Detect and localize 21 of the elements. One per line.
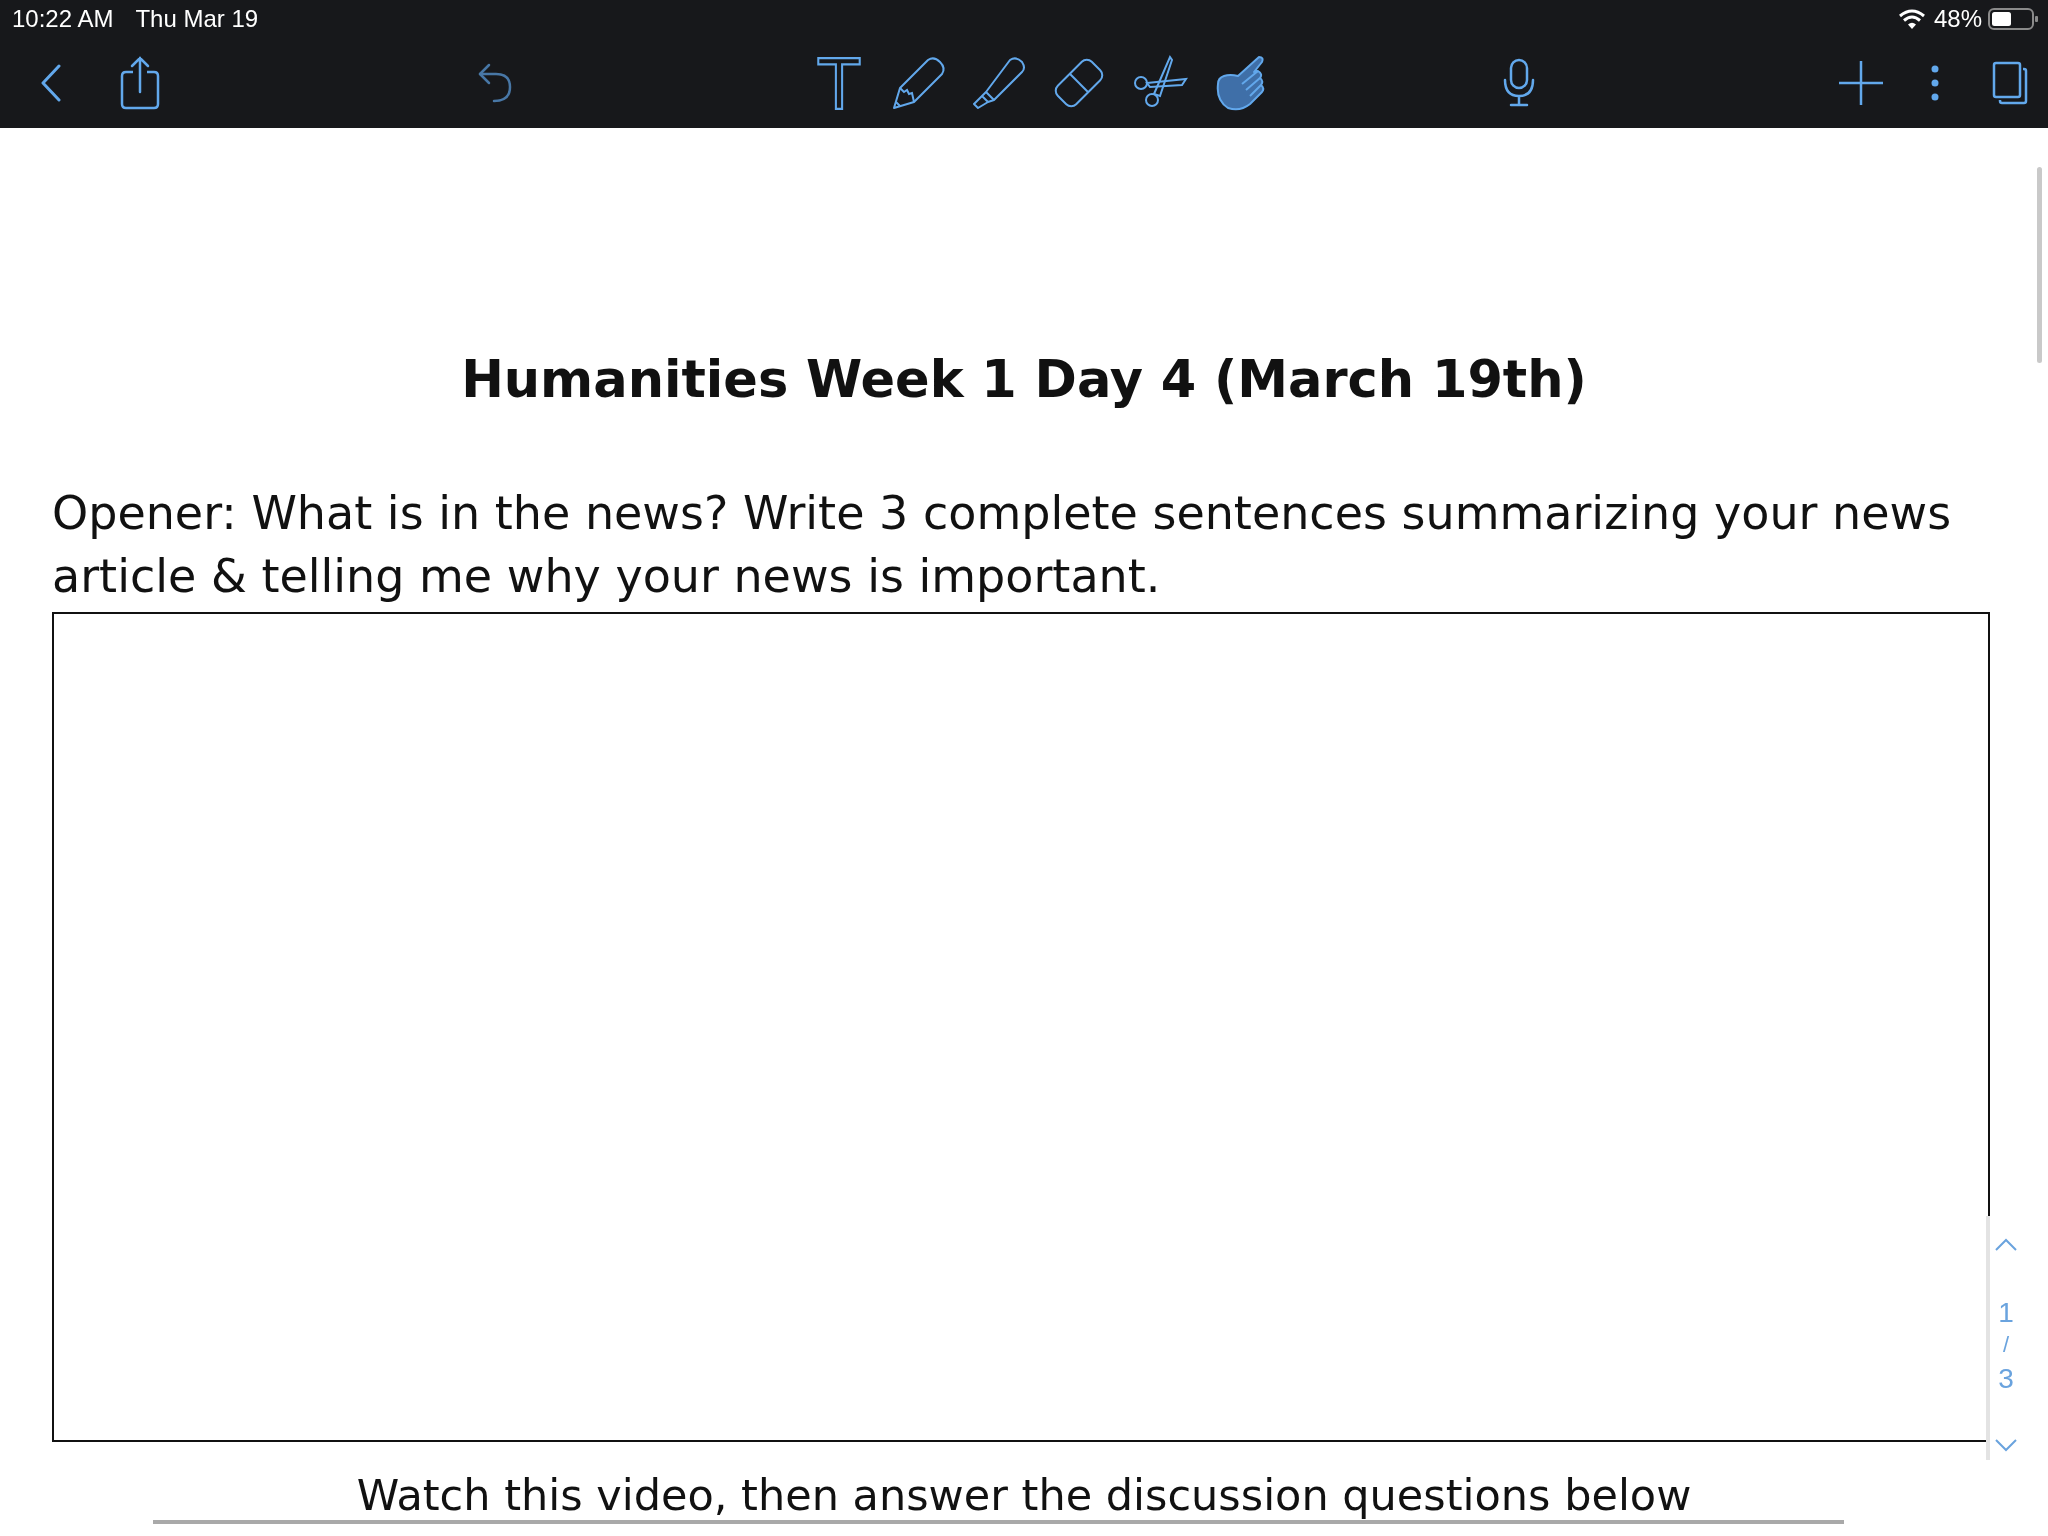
page-separator: /: [2002, 1334, 2010, 1356]
scrollbar[interactable]: [2037, 167, 2042, 363]
wifi-icon: [1897, 9, 1926, 29]
chevron-down-icon[interactable]: [1994, 1438, 2018, 1452]
microphone-icon[interactable]: [1502, 58, 1536, 108]
chevron-up-icon[interactable]: [1994, 1238, 2018, 1252]
video-instruction: Watch this video, then answer the discussion questions below: [355, 1470, 1693, 1520]
back-icon[interactable]: [40, 64, 62, 102]
pages-icon[interactable]: [1992, 61, 2028, 105]
total-pages: 3: [1998, 1364, 2014, 1394]
opener-prompt: Opener: What is in the news? Write 3 complete sentences summarizing your news article & telling me why your news is important.: [52, 485, 1953, 605]
more-icon[interactable]: [1930, 65, 1940, 101]
battery-icon: [1988, 8, 2038, 30]
share-icon[interactable]: [120, 56, 160, 110]
battery-percent: 48%: [1933, 5, 1982, 33]
document-title: Humanities Week 1 Day 4 (March 19th): [460, 350, 1588, 410]
current-page: 1: [1998, 1298, 2014, 1328]
status-time: 10:22 AM: [12, 5, 114, 33]
add-icon[interactable]: [1838, 60, 1884, 106]
status-date: Thu Mar 19: [135, 5, 259, 33]
highlighter-icon[interactable]: [970, 54, 1028, 112]
